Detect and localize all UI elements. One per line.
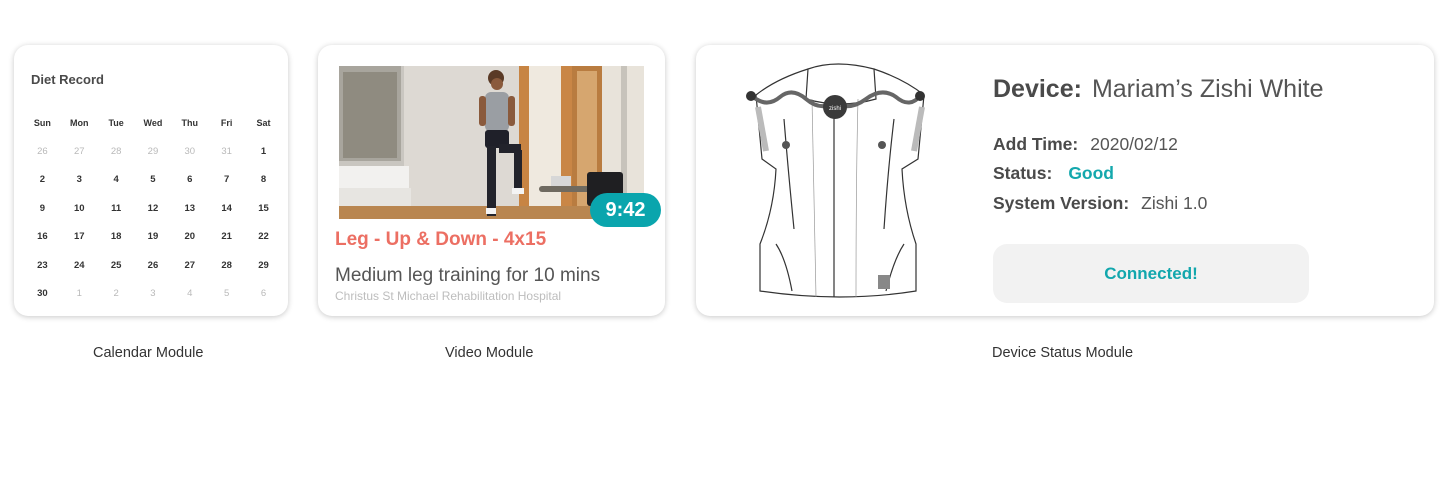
calendar-card: Diet Record Sun Mon Tue Wed Thu Fri Sat … <box>14 45 288 316</box>
video-title[interactable]: Leg - Up & Down - 4x15 <box>335 229 546 251</box>
calendar-day[interactable]: 26 <box>135 260 172 271</box>
calendar-day[interactable]: 8 <box>245 174 282 185</box>
calendar-day[interactable]: 11 <box>98 203 135 214</box>
svg-text:zishi: zishi <box>829 106 841 112</box>
calendar-day-outside[interactable]: 2 <box>98 288 135 299</box>
calendar-day-outside[interactable]: 1 <box>61 288 98 299</box>
calendar-day[interactable]: 5 <box>135 174 172 185</box>
calendar-day[interactable]: 24 <box>61 260 98 271</box>
calendar-day-outside[interactable]: 31 <box>208 146 245 157</box>
calendar-week-row: 23 24 25 26 27 28 29 <box>24 251 282 279</box>
system-version-label: System Version: <box>993 193 1130 213</box>
calendar-day[interactable]: 10 <box>61 203 98 214</box>
calendar-week-row: 30 1 2 3 4 5 6 <box>24 279 282 307</box>
calendar-day-outside[interactable]: 30 <box>171 146 208 157</box>
calendar-day-outside[interactable]: 28 <box>98 146 135 157</box>
calendar-week-row: 16 17 18 19 20 21 22 <box>24 223 282 251</box>
calendar-day[interactable]: 13 <box>171 203 208 214</box>
weekday-label: Wed <box>143 118 163 129</box>
status-row: Status: Good <box>993 163 1114 184</box>
calendar-day-outside[interactable]: 27 <box>61 146 98 157</box>
weekday-label: Tue <box>108 118 124 129</box>
calendar-week-row: 2 3 4 5 6 7 8 <box>24 166 282 194</box>
weekday-header-row: Sun Mon Tue Wed Thu Fri Sat <box>24 109 282 137</box>
calendar-day[interactable]: 20 <box>171 231 208 242</box>
weekday-label: Thu <box>181 118 199 129</box>
weekday-label: Sun <box>33 118 51 129</box>
calendar-title: Diet Record <box>31 72 104 87</box>
calendar-day[interactable]: 16 <box>24 231 61 242</box>
calendar-module-caption: Calendar Module <box>93 345 204 361</box>
device-name-value: Mariam’s Zishi White <box>1091 75 1324 103</box>
calendar-day[interactable]: 27 <box>171 260 208 271</box>
add-time-row: Add Time: 2020/02/12 <box>993 134 1178 155</box>
calendar-week-row: 9 10 11 12 13 14 15 <box>24 194 282 222</box>
status-value: Good <box>1068 163 1114 183</box>
calendar-day[interactable]: 19 <box>135 231 172 242</box>
calendar-day-outside[interactable]: 6 <box>245 288 282 299</box>
video-location: Christus St Michael Rehabilitation Hospi… <box>335 289 562 303</box>
weekday-label: Fri <box>220 118 233 129</box>
calendar-week-row: 26 27 28 29 30 31 1 <box>24 137 282 165</box>
calendar-day[interactable]: 6 <box>171 174 208 185</box>
video-description: Medium leg training for 10 mins <box>335 265 601 286</box>
calendar-day[interactable]: 3 <box>61 174 98 185</box>
calendar-day-outside[interactable]: 5 <box>208 288 245 299</box>
calendar-day[interactable]: 30 <box>24 288 61 299</box>
calendar-day[interactable]: 12 <box>135 203 172 214</box>
calendar-grid: Sun Mon Tue Wed Thu Fri Sat 26 27 28 29 … <box>24 109 282 308</box>
connected-button[interactable]: Connected! <box>993 244 1309 303</box>
calendar-day[interactable]: 14 <box>208 203 245 214</box>
calendar-day-outside[interactable]: 26 <box>24 146 61 157</box>
device-name-row: Device: Mariam’s Zishi White <box>993 75 1323 104</box>
add-time-value: 2020/02/12 <box>1090 134 1178 154</box>
weekday-label: Sat <box>256 118 271 129</box>
add-time-label: Add Time: <box>993 134 1079 154</box>
calendar-day[interactable]: 2 <box>24 174 61 185</box>
calendar-day[interactable]: 21 <box>208 231 245 242</box>
calendar-day[interactable]: 7 <box>208 174 245 185</box>
calendar-day[interactable]: 23 <box>24 260 61 271</box>
calendar-day[interactable]: 15 <box>245 203 282 214</box>
calendar-day[interactable]: 18 <box>98 231 135 242</box>
video-card[interactable]: 9:42 Leg - Up & Down - 4x15 Medium leg t… <box>318 45 665 316</box>
calendar-day-outside[interactable]: 3 <box>135 288 172 299</box>
status-label: Status: <box>993 163 1053 183</box>
weekday-label: Mon <box>70 118 89 129</box>
calendar-day[interactable]: 22 <box>245 231 282 242</box>
system-version-row: System Version: Zishi 1.0 <box>993 193 1207 214</box>
device-module-caption: Device Status Module <box>992 345 1134 361</box>
calendar-day[interactable]: 17 <box>61 231 98 242</box>
video-duration-badge: 9:42 <box>590 193 661 227</box>
calendar-day[interactable]: 1 <box>245 146 282 157</box>
calendar-day-outside[interactable]: 29 <box>135 146 172 157</box>
device-shirt-illustration: zishi <box>746 59 936 305</box>
video-module-caption: Video Module <box>445 345 534 361</box>
shirt-image: zishi <box>746 63 925 298</box>
calendar-day-outside[interactable]: 4 <box>171 288 208 299</box>
calendar-day[interactable]: 9 <box>24 203 61 214</box>
calendar-day[interactable]: 25 <box>98 260 135 271</box>
calendar-day[interactable]: 4 <box>98 174 135 185</box>
calendar-day[interactable]: 29 <box>245 260 282 271</box>
system-version-value: Zishi 1.0 <box>1141 193 1208 213</box>
device-card: zishi Device: Mariam’s Zishi White Add Ti… <box>696 45 1434 316</box>
device-name-label: Device: <box>993 75 1082 103</box>
calendar-day[interactable]: 28 <box>208 260 245 271</box>
